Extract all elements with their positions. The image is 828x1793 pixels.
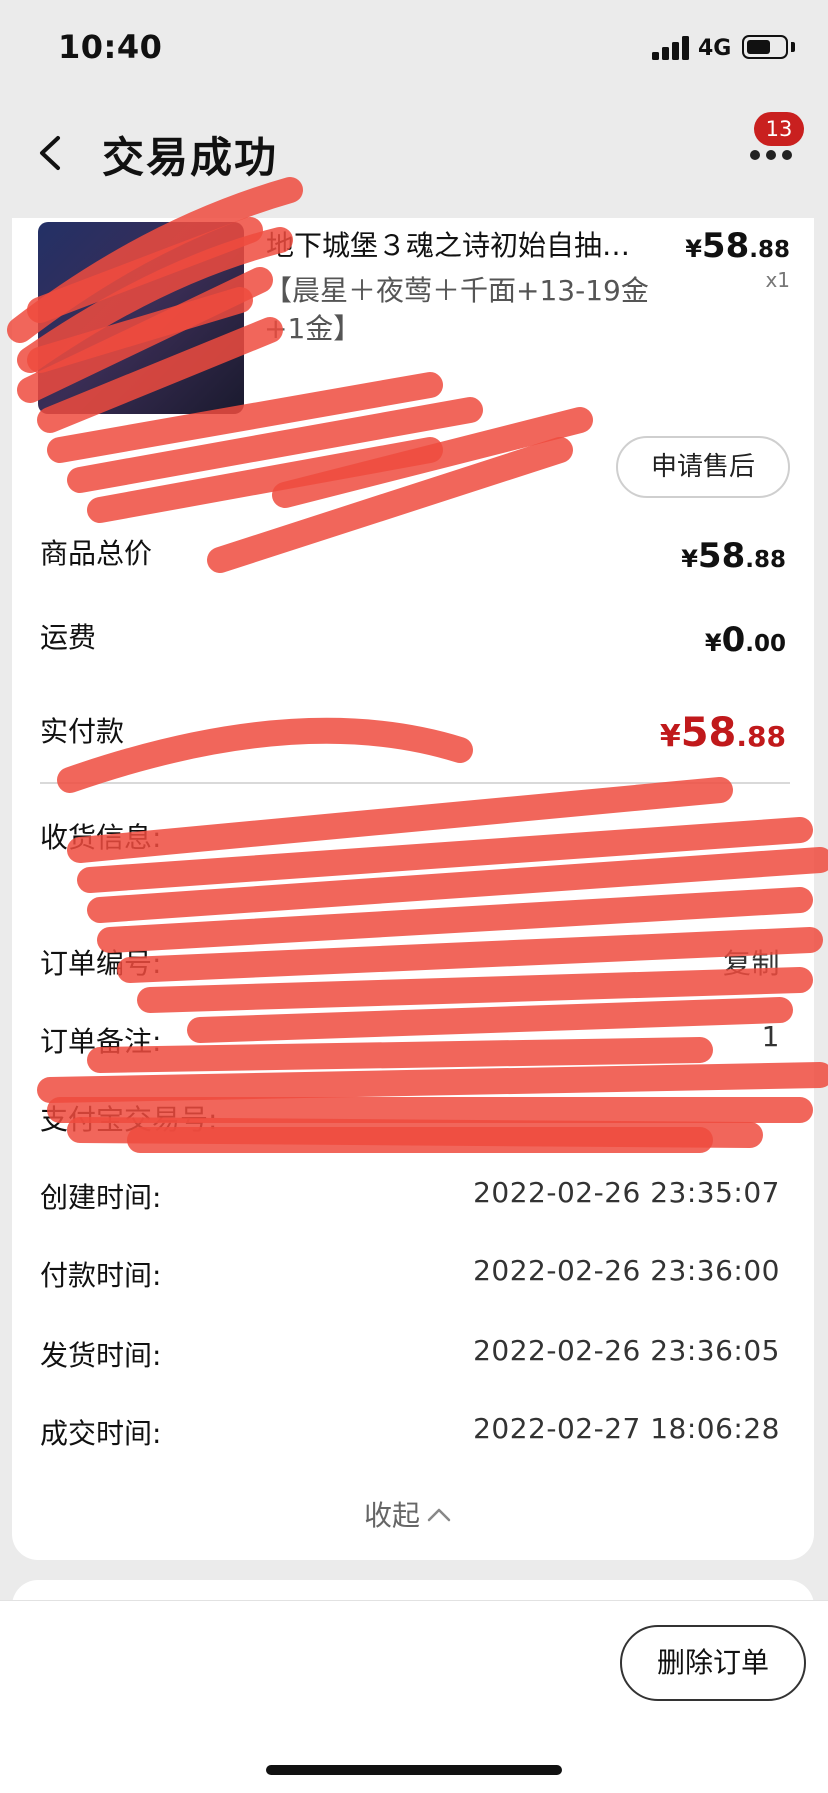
chevron-up-icon [427,1508,451,1522]
order-remark-value: 1 [761,1020,780,1053]
copy-order-number-button[interactable]: 复制 [723,942,780,982]
goods-total-value: ¥58.88 [681,536,786,576]
divider [40,782,790,784]
order-number-label: 订单编号: [40,947,162,980]
shipping-label: 运费 [40,621,97,654]
completed-time-value: 2022-02-27 18:06:28 [473,1412,780,1445]
more-dots-icon [750,150,792,160]
completed-time-label: 成交时间: [40,1417,162,1450]
status-time: 10:40 [58,28,163,66]
product-spec: 【晨星＋夜莺＋千面+13-19金+1金】 [264,274,649,345]
notification-badge: 13 [754,112,804,146]
network-type: 4G [698,36,732,61]
after-sale-button[interactable]: 申请售后 [616,436,790,498]
paid-amount-label: 实付款 [40,715,125,748]
payment-time-label: 付款时间: [40,1259,162,1292]
more-menu-button[interactable]: 13 [746,110,806,170]
product-quantity: x1 [765,268,790,292]
chevron-left-icon [40,136,60,170]
payment-transaction-label: 支付宝交易号: [40,1103,218,1136]
back-button[interactable] [28,128,72,178]
shipped-time-value: 2022-02-26 23:36:05 [473,1334,780,1367]
collapse-button[interactable]: 收起 [364,1494,452,1534]
bottom-action-bar: 删除订单 [0,1600,828,1793]
page-title: 交易成功 [102,133,279,182]
order-detail-card: 地下城堡３魂之诗初始自抽… 【晨星＋夜莺＋千面+13-19金+1金】 ¥58.8… [12,218,814,1560]
product-title[interactable]: 地下城堡３魂之诗初始自抽… [266,224,686,264]
paid-amount-value: ¥58.88 [659,710,786,756]
payment-time-value: 2022-02-26 23:36:00 [473,1254,780,1287]
order-remark-label: 订单备注: [40,1025,162,1058]
battery-cap [791,42,795,52]
created-time-value: 2022-02-26 23:35:07 [473,1176,780,1209]
battery-icon [742,35,788,59]
home-indicator[interactable] [266,1765,562,1775]
goods-total-label: 商品总价 [40,537,153,570]
product-image[interactable] [38,222,244,414]
shipped-time-label: 发货时间: [40,1339,162,1372]
receiver-info-label: 收货信息: [40,821,162,854]
signal-icon [652,36,690,60]
created-time-label: 创建时间: [40,1181,162,1214]
product-price: ¥58.88 [685,226,790,266]
delete-order-button[interactable]: 删除订单 [620,1625,806,1701]
shipping-value: ¥0.00 [704,620,786,660]
